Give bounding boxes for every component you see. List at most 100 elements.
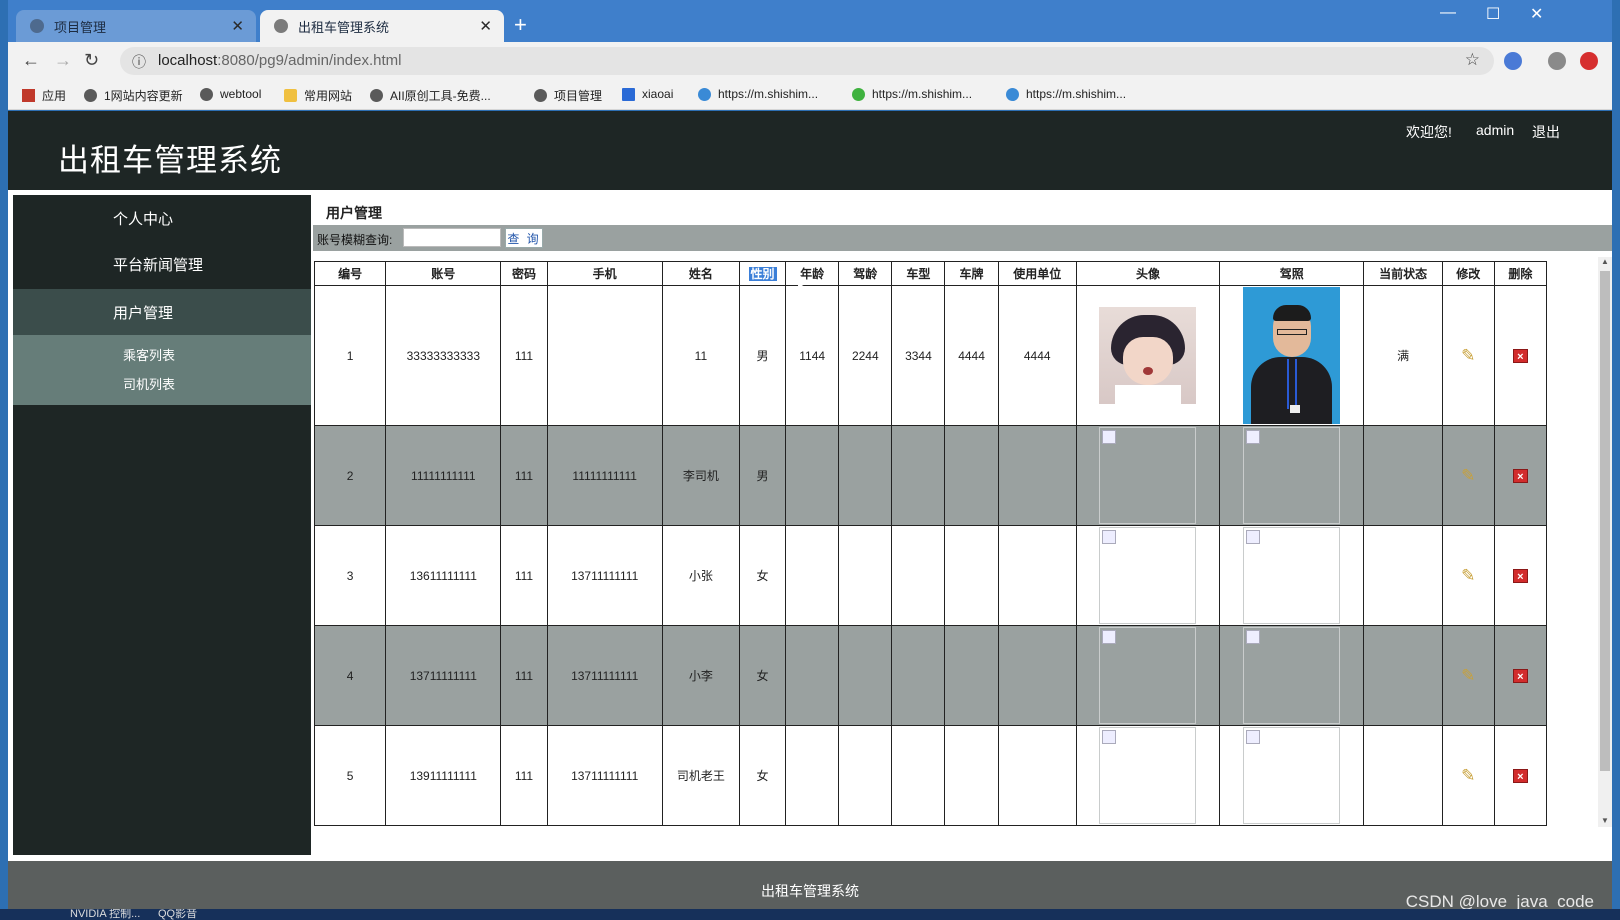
- cell-id: 5: [313, 725, 387, 826]
- cell-plate: [944, 625, 999, 726]
- url-field[interactable]: ⓘ localhost:8080/pg9/admin/index.html ☆: [120, 47, 1494, 75]
- cell-avatar: [1075, 625, 1221, 726]
- new-tab-button[interactable]: +: [514, 12, 527, 38]
- profile-avatar-icon[interactable]: [1548, 52, 1566, 70]
- bookmark-item[interactable]: https://m.shishim...: [698, 87, 818, 101]
- delete-icon[interactable]: ×: [1512, 468, 1528, 483]
- cell-driving-years: [838, 525, 893, 626]
- cell-phone: [546, 285, 663, 426]
- broken-image-icon: [1099, 427, 1197, 524]
- forward-icon[interactable]: →: [54, 50, 72, 71]
- pencil-icon[interactable]: ✎: [1461, 666, 1475, 685]
- table-row: 2 11111111111 111 11111111111 李司机 男 ✎ ×: [313, 425, 1548, 526]
- cell-driving-years: 2244: [838, 285, 893, 426]
- cell-name: 小张: [661, 525, 741, 626]
- tab-taxi-system[interactable]: 出租车管理系统 ✕: [260, 10, 504, 42]
- web-page: 出租车管理系统 欢迎您! admin 退出 个人中心 平台新闻管理 用户管理 乘…: [8, 111, 1612, 920]
- globe-icon: [30, 19, 44, 33]
- cell-password: 111: [500, 525, 548, 626]
- cell-phone: 13711111111: [546, 625, 663, 726]
- vertical-scrollbar[interactable]: ▲ ▼: [1598, 257, 1612, 827]
- cell-age: [785, 625, 840, 726]
- bookmark-item[interactable]: https://m.shishim...: [852, 87, 972, 101]
- cell-name: 李司机: [661, 425, 741, 526]
- back-icon[interactable]: ←: [22, 50, 40, 71]
- cell-license: [1219, 725, 1365, 826]
- sidebar-subitem-drivers[interactable]: 司机列表: [123, 374, 175, 393]
- delete-icon[interactable]: ×: [1512, 668, 1528, 683]
- bookmark-star-icon[interactable]: ☆: [1465, 50, 1480, 70]
- tab-project-management[interactable]: 项目管理 ✕: [16, 10, 256, 42]
- extension-red-icon[interactable]: [1580, 52, 1598, 70]
- bookmark-item[interactable]: AII原创工具-免费...: [370, 87, 491, 104]
- scrollbar-thumb[interactable]: [1600, 271, 1610, 771]
- tab-bar: 项目管理 ✕ 出租车管理系统 ✕ + — ☐ ✕: [8, 0, 1612, 42]
- cell-status: 满: [1363, 285, 1443, 426]
- maximize-icon[interactable]: ☐: [1486, 4, 1500, 24]
- scroll-down-icon[interactable]: ▼: [1601, 816, 1609, 825]
- sidebar-item-users[interactable]: 用户管理: [13, 289, 311, 335]
- bookmark-item[interactable]: https://m.shishim...: [1006, 87, 1126, 101]
- pencil-icon[interactable]: ✎: [1461, 766, 1475, 785]
- pencil-icon[interactable]: ✎: [1461, 566, 1475, 585]
- bookmark-item[interactable]: xiaoai: [622, 87, 673, 101]
- cell-avatar: [1075, 425, 1221, 526]
- bookmark-item[interactable]: 常用网站: [284, 87, 352, 104]
- cell-account: 13911111111: [385, 725, 502, 826]
- bookmark-item[interactable]: webtool: [200, 87, 261, 101]
- broken-image-icon: [1243, 527, 1341, 624]
- search-bar: 账号模糊查询: 查 询: [313, 225, 1612, 251]
- username-link[interactable]: admin: [1476, 122, 1514, 138]
- logout-link[interactable]: 退出: [1532, 122, 1560, 142]
- cell-car-model: [891, 625, 946, 726]
- col-header-gender: 性别: [738, 261, 787, 286]
- globe-icon: [534, 89, 547, 102]
- cell-gender: 男: [738, 285, 787, 426]
- cell-avatar: [1075, 285, 1221, 426]
- pencil-icon[interactable]: ✎: [1461, 466, 1475, 485]
- minimize-icon[interactable]: —: [1440, 4, 1456, 22]
- col-header-id: 编号: [313, 261, 387, 286]
- cell-account: 13711111111: [385, 625, 502, 726]
- cell-car-model: 3344: [891, 285, 946, 426]
- close-tab-icon[interactable]: ✕: [479, 17, 492, 35]
- globe-icon: [370, 89, 383, 102]
- cell-edit: ✎: [1441, 285, 1495, 426]
- tab-title: 项目管理: [54, 19, 107, 35]
- delete-icon[interactable]: ×: [1512, 348, 1528, 363]
- site-header: 出租车管理系统 欢迎您! admin 退出: [8, 111, 1612, 190]
- broken-image-icon: [1243, 727, 1341, 824]
- info-icon[interactable]: ⓘ: [132, 52, 146, 72]
- cell-driving-years: [838, 425, 893, 526]
- globe-icon: [200, 87, 213, 101]
- scroll-up-icon[interactable]: ▲: [1601, 257, 1609, 266]
- cell-license: [1219, 625, 1365, 726]
- taskbar-item[interactable]: QQ影音: [158, 909, 197, 920]
- cell-delete: ×: [1493, 285, 1548, 426]
- col-header-car-model: 车型: [891, 261, 946, 286]
- sidebar-item-news[interactable]: 平台新闻管理: [13, 241, 311, 287]
- cell-password: 111: [500, 725, 548, 826]
- account-search-input[interactable]: [403, 228, 501, 247]
- sidebar-item-profile[interactable]: 个人中心: [13, 195, 311, 241]
- extension-icon[interactable]: [1504, 52, 1522, 70]
- pencil-icon[interactable]: ✎: [1461, 346, 1475, 365]
- cell-account: 33333333333: [385, 285, 502, 426]
- bookmark-item[interactable]: 项目管理: [534, 87, 602, 104]
- close-tab-icon[interactable]: ✕: [231, 17, 244, 35]
- sidebar-subitem-passengers[interactable]: 乘客列表: [123, 345, 175, 364]
- taskbar-item[interactable]: NVIDIA 控制...: [70, 909, 140, 920]
- close-window-icon[interactable]: ✕: [1530, 4, 1543, 24]
- table-row: 5 13911111111 111 13711111111 司机老王 女 ✎ ×: [313, 725, 1548, 826]
- delete-icon[interactable]: ×: [1512, 768, 1528, 783]
- reload-icon[interactable]: ↻: [84, 50, 99, 71]
- cell-name: 11: [661, 285, 741, 426]
- bookmark-item[interactable]: 1网站内容更新: [84, 87, 183, 104]
- col-header-account: 账号: [385, 261, 502, 286]
- bookmark-apps[interactable]: 应用: [22, 87, 66, 104]
- avatar-image: [1099, 307, 1197, 404]
- cell-status: [1363, 425, 1443, 526]
- delete-icon[interactable]: ×: [1512, 568, 1528, 583]
- cell-edit: ✎: [1441, 625, 1495, 726]
- search-button[interactable]: 查 询: [505, 228, 543, 248]
